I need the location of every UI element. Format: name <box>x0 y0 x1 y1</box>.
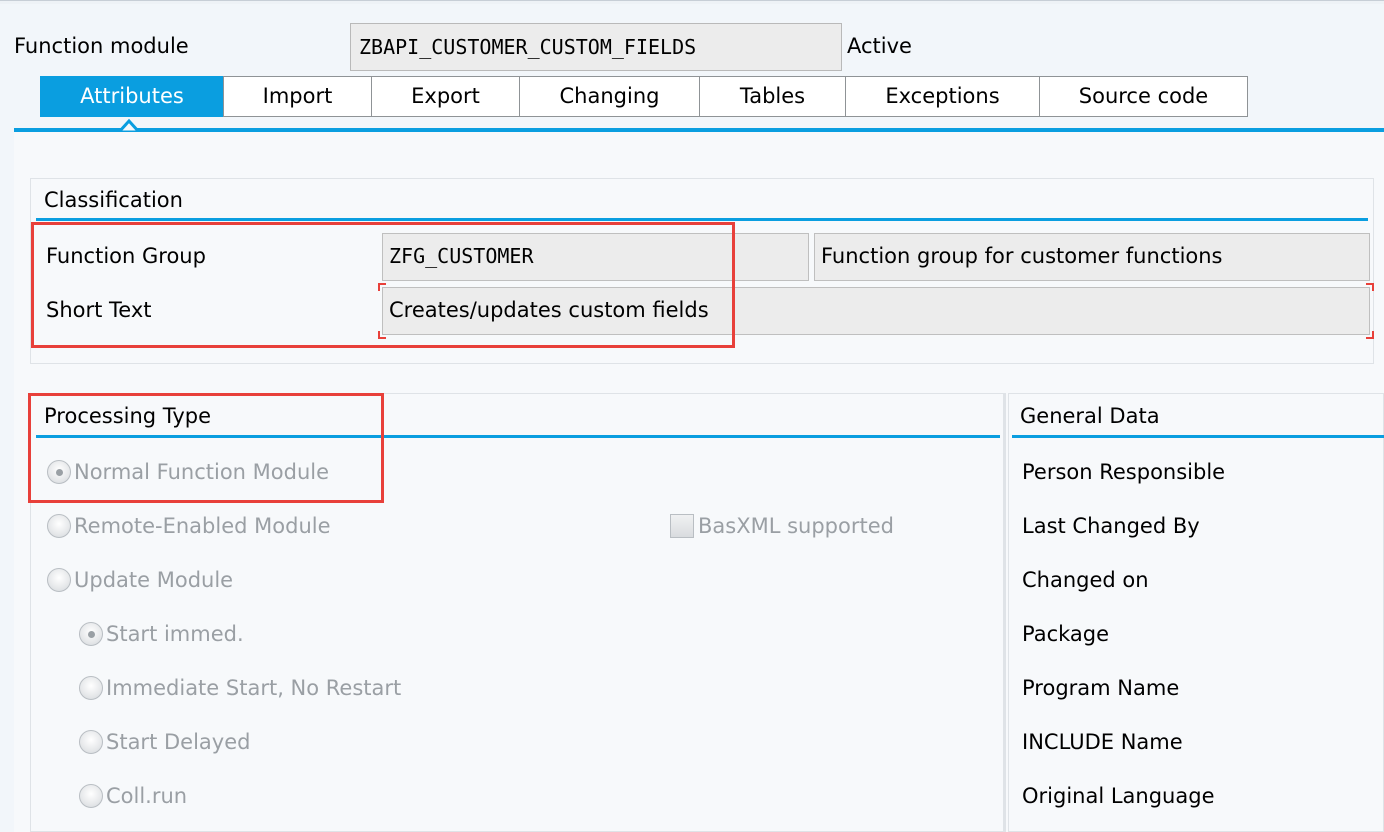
radio-coll-run[interactable] <box>79 784 103 808</box>
function-module-field[interactable]: ZBAPI_CUSTOMER_CUSTOM_FIELDS <box>350 23 842 71</box>
classification-title-bar <box>36 218 1368 221</box>
function-module-label: Function module <box>14 34 189 58</box>
radio-immediate-start-no-restart[interactable] <box>79 676 103 700</box>
highlight-processing-type-box <box>28 393 384 503</box>
tab-source-code[interactable]: Source code <box>1039 76 1248 117</box>
last-changed-by-label: Last Changed By <box>1022 514 1200 538</box>
program-name-label: Program Name <box>1022 676 1180 700</box>
changed-on-label: Changed on <box>1022 568 1149 592</box>
field-marker-tr <box>1366 283 1374 291</box>
start-immed-label: Start immed. <box>106 622 244 646</box>
tab-export[interactable]: Export <box>371 76 520 117</box>
function-group-description: Function group for customer functions <box>814 233 1370 281</box>
radio-start-immed[interactable] <box>79 622 103 646</box>
coll-run-label: Coll.run <box>106 784 188 808</box>
panel-separator <box>1004 393 1006 832</box>
include-name-label: INCLUDE Name <box>1022 730 1183 754</box>
radio-remote-enabled-module[interactable] <box>47 514 71 538</box>
tab-tables[interactable]: Tables <box>699 76 846 117</box>
tab-attributes[interactable]: Attributes <box>40 76 224 117</box>
radio-start-delayed[interactable] <box>79 730 103 754</box>
highlight-classification-box <box>31 222 735 348</box>
field-marker-br <box>1366 331 1374 339</box>
general-data-title: General Data <box>1020 404 1160 428</box>
basxml-checkbox[interactable] <box>670 514 694 538</box>
active-tab-caret-icon <box>119 118 139 132</box>
basxml-label: BasXML supported <box>698 514 894 538</box>
classification-title: Classification <box>44 188 183 212</box>
tab-import[interactable]: Import <box>223 76 372 117</box>
top-border <box>0 0 1384 4</box>
original-language-label: Original Language <box>1022 784 1215 808</box>
radio-update-module[interactable] <box>47 568 71 592</box>
tab-changing[interactable]: Changing <box>519 76 700 117</box>
tab-exceptions[interactable]: Exceptions <box>845 76 1040 117</box>
remote-enabled-module-label: Remote-Enabled Module <box>74 514 331 538</box>
package-label: Package <box>1022 622 1110 646</box>
person-responsible-label: Person Responsible <box>1022 460 1226 484</box>
start-delayed-label: Start Delayed <box>106 730 251 754</box>
general-data-title-bar <box>1012 435 1384 438</box>
status-text: Active <box>847 34 912 58</box>
immediate-start-no-restart-label: Immediate Start, No Restart <box>106 676 402 700</box>
tab-underline <box>14 128 1384 132</box>
update-module-label: Update Module <box>74 568 234 592</box>
